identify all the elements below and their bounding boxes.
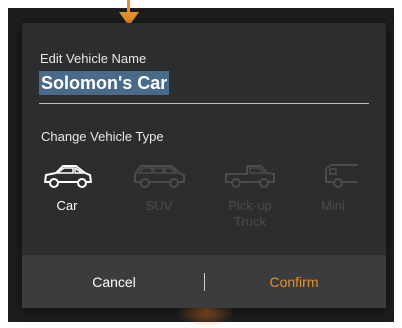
cancel-button[interactable]: Cancel (24, 255, 204, 308)
pickup-truck-icon (225, 165, 275, 188)
name-field-label: Edit Vehicle Name (40, 51, 147, 66)
confirm-button[interactable]: Confirm (204, 255, 384, 308)
vehicle-name-value[interactable]: Solomon's Car (39, 71, 170, 95)
vehicle-type-label: Change Vehicle Type (41, 129, 164, 144)
suv-icon (134, 165, 185, 188)
vehicle-type-selector: Car SUV Pick-up Truck Mini (22, 161, 386, 241)
vehicle-name-input[interactable]: Solomon's Car (39, 71, 369, 101)
vehicle-type-car[interactable]: Car (37, 161, 97, 214)
name-input-underline (39, 103, 369, 104)
edit-vehicle-dialog: Edit Vehicle Name Solomon's Car Change V… (22, 23, 386, 308)
vehicle-type-label-pickup-truck: Pick-up Truck (228, 198, 272, 229)
vehicle-type-suv[interactable]: SUV (129, 161, 189, 214)
vehicle-type-minivan[interactable]: Mini (308, 161, 358, 214)
vehicle-type-pickup-truck[interactable]: Pick-up Truck (220, 161, 280, 230)
car-icon (44, 165, 92, 188)
vehicle-type-label-suv: SUV (145, 198, 173, 213)
vehicle-type-label-car: Car (56, 198, 78, 213)
dialog-footer: Cancel Confirm (22, 255, 386, 308)
minivan-icon (325, 164, 358, 188)
vehicle-type-label-minivan: Mini (321, 198, 345, 213)
